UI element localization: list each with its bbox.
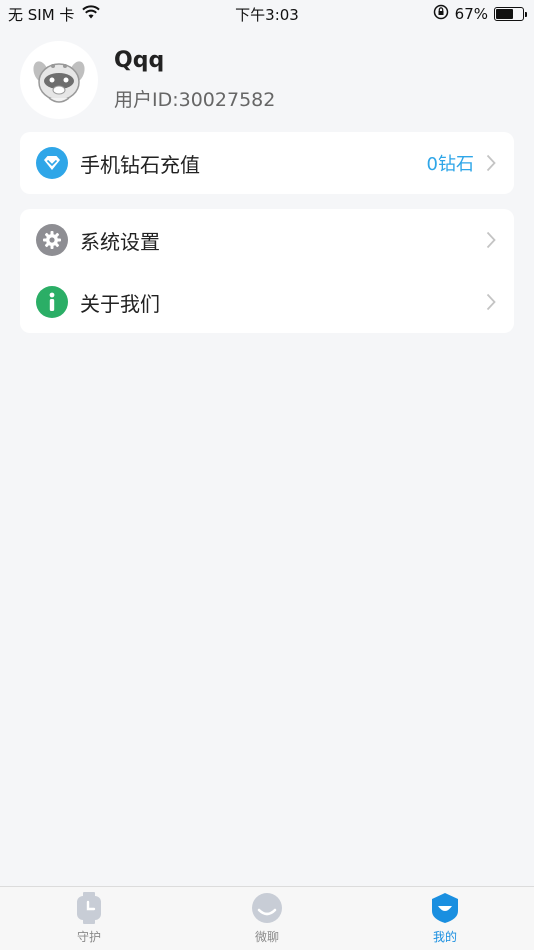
about-label: 关于我们	[80, 291, 160, 316]
tab-guard[interactable]: 守护	[29, 892, 149, 945]
tab-bar: 守护 微聊 我的	[0, 886, 534, 950]
settings-card: 系统设置 关于我们	[20, 209, 514, 333]
tab-guard-label: 守护	[76, 930, 101, 944]
username: Qqq	[114, 48, 165, 73]
tab-chat[interactable]: 微聊	[207, 892, 327, 945]
battery-icon	[494, 7, 527, 21]
tab-chat-label: 微聊	[254, 930, 279, 944]
orientation-lock-icon	[433, 4, 449, 24]
avatar[interactable]	[20, 41, 98, 119]
wifi-icon	[82, 5, 101, 23]
settings-row[interactable]: 系统设置	[20, 209, 514, 271]
recharge-card: 手机钻石充值 0钻石	[20, 132, 514, 194]
profile-text: Qqq 用户ID:30027582	[114, 48, 275, 112]
carrier-text: 无 SIM 卡	[8, 5, 75, 24]
status-bar: 无 SIM 卡 下午3:03 67%	[0, 0, 534, 28]
diamond-icon	[36, 147, 68, 179]
recharge-row[interactable]: 手机钻石充值 0钻石	[20, 132, 514, 194]
user-id: 用户ID:30027582	[114, 89, 276, 111]
diamond-balance: 0钻石	[426, 154, 474, 175]
profile-shield-icon	[432, 893, 458, 923]
tab-mine[interactable]: 我的	[385, 892, 505, 945]
status-right: 67%	[433, 4, 527, 24]
recharge-label: 手机钻石充值	[80, 152, 200, 177]
dog-avatar-icon	[33, 61, 85, 103]
battery-percent: 67%	[454, 5, 488, 23]
profile-header[interactable]: Qqq 用户ID:30027582	[20, 40, 514, 120]
chevron-right-icon	[486, 154, 496, 172]
info-icon	[36, 286, 68, 318]
settings-label: 系统设置	[80, 229, 160, 254]
status-left: 无 SIM 卡	[8, 4, 101, 25]
about-row[interactable]: 关于我们	[20, 271, 514, 333]
watch-icon	[77, 892, 101, 924]
chevron-right-icon	[486, 293, 496, 311]
gear-icon	[36, 224, 68, 256]
smile-chat-icon	[252, 893, 282, 923]
tab-mine-label: 我的	[432, 930, 457, 944]
battery-fill	[496, 9, 514, 19]
chevron-right-icon	[486, 231, 496, 249]
